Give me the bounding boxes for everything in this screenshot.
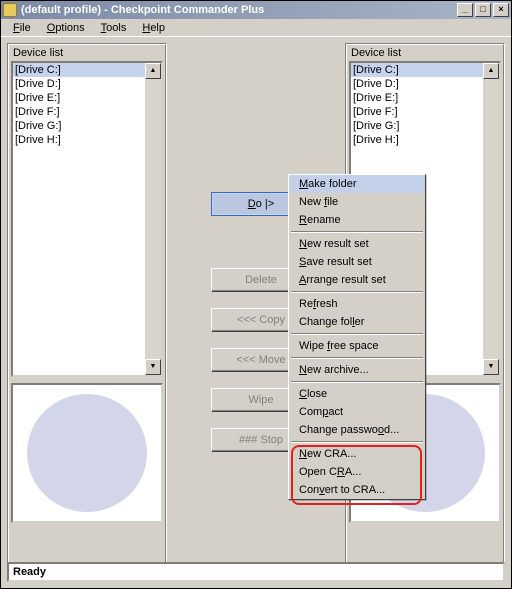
menu-change-folder[interactable]: Change foller	[289, 313, 425, 331]
menu-separator	[291, 231, 423, 233]
menu-new-result-set[interactable]: New result set	[289, 235, 425, 253]
menu-separator	[291, 333, 423, 335]
scroll-up-icon[interactable]: ▲	[483, 63, 499, 79]
menu-convert-cra[interactable]: Convert to CRA...	[289, 481, 425, 499]
scroll-down-icon[interactable]: ▼	[145, 359, 161, 375]
scroll-up-icon[interactable]: ▲	[145, 63, 161, 79]
maximize-button[interactable]: □	[475, 3, 491, 17]
drive-item[interactable]: [Drive G:]	[13, 119, 161, 133]
window-title: (default profile) - Checkpoint Commander…	[21, 4, 457, 16]
menu-change-password[interactable]: Change passwood...	[289, 421, 425, 439]
do-dropdown-menu: Make folder New file Rename New result s…	[288, 174, 426, 500]
minimize-button[interactable]: _	[457, 3, 473, 17]
status-text: Ready	[13, 566, 46, 578]
menu-file[interactable]: File	[5, 20, 39, 36]
drive-item[interactable]: [Drive E:]	[13, 91, 161, 105]
status-bar: Ready	[7, 562, 505, 582]
drive-item[interactable]: [Drive D:]	[351, 77, 499, 91]
menu-options[interactable]: Options	[39, 20, 93, 36]
drive-item[interactable]: [Drive H:]	[351, 133, 499, 147]
menu-rename[interactable]: Rename	[289, 211, 425, 229]
menu-help[interactable]: Help	[134, 20, 173, 36]
drive-item[interactable]: [Drive F:]	[351, 105, 499, 119]
menu-arrange-result-set[interactable]: Arrange result set	[289, 271, 425, 289]
drive-item[interactable]: [Drive F:]	[13, 105, 161, 119]
titlebar: (default profile) - Checkpoint Commander…	[1, 1, 511, 19]
drive-item[interactable]: [Drive C:]	[13, 63, 161, 77]
menu-separator	[291, 357, 423, 359]
close-button[interactable]: ×	[493, 3, 509, 17]
menu-refresh[interactable]: Refresh	[289, 295, 425, 313]
menu-new-file[interactable]: New file	[289, 193, 425, 211]
menu-close[interactable]: Close	[289, 385, 425, 403]
menubar: File Options Tools Help	[1, 19, 511, 37]
menu-wipe-free-space[interactable]: Wipe free space	[289, 337, 425, 355]
drive-item[interactable]: [Drive E:]	[351, 91, 499, 105]
scrollbar[interactable]: ▲ ▼	[145, 63, 161, 375]
left-device-list[interactable]: [Drive C:][Drive D:][Drive E:][Drive F:]…	[11, 61, 163, 377]
app-icon	[3, 3, 17, 17]
menu-separator	[291, 381, 423, 383]
menu-tools[interactable]: Tools	[93, 20, 135, 36]
drive-item[interactable]: [Drive H:]	[13, 133, 161, 147]
menu-new-cra[interactable]: New CRA...	[289, 445, 425, 463]
drive-item[interactable]: [Drive D:]	[13, 77, 161, 91]
right-panel-label: Device list	[349, 47, 501, 61]
menu-save-result-set[interactable]: Save result set	[289, 253, 425, 271]
drive-item[interactable]: [Drive G:]	[351, 119, 499, 133]
scrollbar[interactable]: ▲ ▼	[483, 63, 499, 375]
scroll-down-icon[interactable]: ▼	[483, 359, 499, 375]
left-panel: Device list [Drive C:][Drive D:][Drive E…	[7, 43, 167, 573]
menu-separator	[291, 291, 423, 293]
menu-open-cra[interactable]: Open CRA...	[289, 463, 425, 481]
left-panel-label: Device list	[11, 47, 163, 61]
menu-compact[interactable]: Compact	[289, 403, 425, 421]
menu-separator	[291, 441, 423, 443]
drive-item[interactable]: [Drive C:]	[351, 63, 499, 77]
menu-new-archive[interactable]: New archive...	[289, 361, 425, 379]
left-pie-area	[11, 383, 163, 523]
menu-make-folder[interactable]: Make folder	[289, 175, 425, 193]
pie-chart-icon	[27, 394, 147, 512]
